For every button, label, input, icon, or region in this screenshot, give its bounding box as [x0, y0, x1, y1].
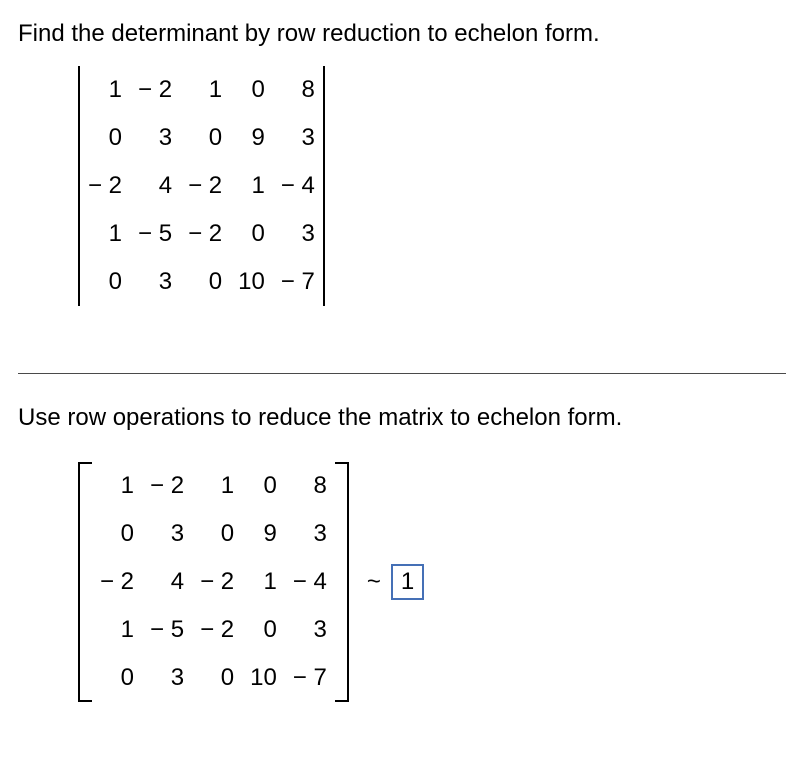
- matrix-cell: 3: [285, 606, 335, 654]
- matrix-cell: − 2: [92, 558, 142, 606]
- matrix-cell: 4: [130, 162, 180, 210]
- matrix-cell: 1: [230, 162, 273, 210]
- matrix-cell: 0: [230, 210, 273, 258]
- matrix-cell: 3: [273, 210, 324, 258]
- matrix-cell: − 7: [273, 258, 324, 306]
- matrix-row: − 2 4 − 2 1 − 4: [92, 558, 335, 606]
- matrix-row: 0 3 0 10 − 7: [92, 654, 335, 702]
- matrix-cell: 1: [242, 558, 285, 606]
- matrix-cell: − 2: [192, 558, 242, 606]
- matrix-cell: 0: [92, 654, 142, 702]
- matrix-cell: 8: [285, 462, 335, 510]
- matrix-cell: − 2: [130, 66, 180, 114]
- matrix-cell: 4: [142, 558, 192, 606]
- matrix-row: 1 − 5 − 2 0 3: [92, 606, 335, 654]
- answer-input[interactable]: 1: [391, 564, 424, 601]
- instruction-text-2: Use row operations to reduce the matrix …: [18, 404, 786, 432]
- matrix-row: 0 3 0 10 − 7: [79, 258, 324, 306]
- matrix-cell: 0: [192, 654, 242, 702]
- matrix-row: 1 − 5 − 2 0 3: [79, 210, 324, 258]
- matrix-cell: − 2: [180, 210, 230, 258]
- matrix-cell: 9: [242, 510, 285, 558]
- matrix-cell: 0: [79, 258, 130, 306]
- matrix-cell: 1: [79, 210, 130, 258]
- matrix-cell: 0: [230, 66, 273, 114]
- instruction-text-1: Find the determinant by row reduction to…: [18, 20, 786, 48]
- matrix-cell: 10: [230, 258, 273, 306]
- left-bracket: [78, 462, 92, 702]
- matrix-cell: 0: [180, 114, 230, 162]
- right-bracket: [335, 462, 349, 702]
- tilde-symbol: ~: [367, 568, 381, 596]
- matrix-cell: 3: [285, 510, 335, 558]
- matrix-cell: 9: [230, 114, 273, 162]
- matrix-cell: − 5: [130, 210, 180, 258]
- matrix-cell: 0: [180, 258, 230, 306]
- determinant-matrix: 1 − 2 1 0 8 0 3 0 9 3 − 2 4 − 2 1 − 4 1 …: [78, 66, 325, 306]
- matrix-row: 0 3 0 9 3: [92, 510, 335, 558]
- matrix-cell: 3: [273, 114, 324, 162]
- section-divider: [18, 373, 786, 374]
- matrix-row: 0 3 0 9 3: [79, 114, 324, 162]
- matrix-cell: − 2: [142, 462, 192, 510]
- matrix-cell: − 2: [79, 162, 130, 210]
- matrix-row: 1 − 2 1 0 8: [79, 66, 324, 114]
- matrix-cell: 1: [92, 606, 142, 654]
- matrix-cell: − 7: [285, 654, 335, 702]
- bracket-matrix: 1 − 2 1 0 8 0 3 0 9 3 − 2 4 − 2 1 − 4: [78, 462, 349, 702]
- matrix-cell: − 2: [180, 162, 230, 210]
- matrix-cell: − 4: [285, 558, 335, 606]
- matrix-cell: 0: [79, 114, 130, 162]
- matrix-cell: 8: [273, 66, 324, 114]
- matrix-cell: 1: [180, 66, 230, 114]
- matrix-cell: 0: [242, 606, 285, 654]
- matrix-cell: 1: [92, 462, 142, 510]
- matrix-row: − 2 4 − 2 1 − 4: [79, 162, 324, 210]
- matrix-cell: 1: [192, 462, 242, 510]
- matrix-cell: 3: [142, 510, 192, 558]
- matrix-cell: − 5: [142, 606, 192, 654]
- matrix-cell: − 2: [192, 606, 242, 654]
- matrix-cell: 10: [242, 654, 285, 702]
- matrix-cell: 1: [79, 66, 130, 114]
- matrix-cell: 0: [192, 510, 242, 558]
- matrix-cell: 0: [92, 510, 142, 558]
- matrix-cell: 3: [142, 654, 192, 702]
- matrix-cell: 3: [130, 114, 180, 162]
- matrix-cell: 3: [130, 258, 180, 306]
- matrix-cell: 0: [242, 462, 285, 510]
- echelon-row-reduction: 1 − 2 1 0 8 0 3 0 9 3 − 2 4 − 2 1 − 4: [78, 462, 786, 702]
- matrix-row: 1 − 2 1 0 8: [92, 462, 335, 510]
- matrix-cell: − 4: [273, 162, 324, 210]
